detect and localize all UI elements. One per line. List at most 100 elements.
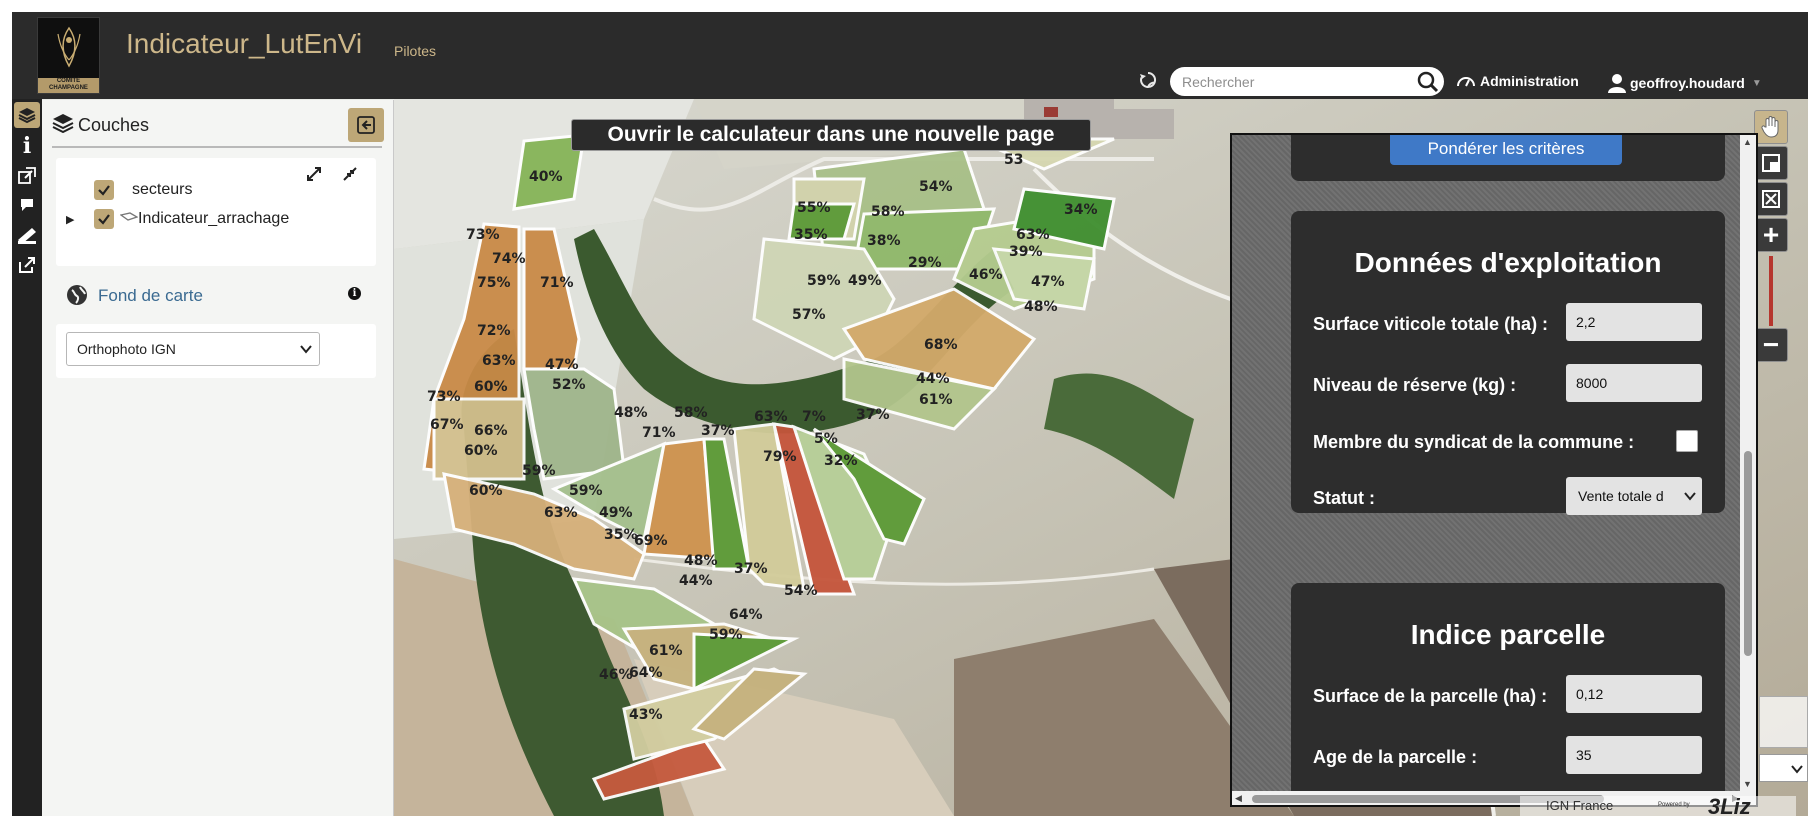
basemap-select[interactable]: Orthophoto IGN bbox=[66, 332, 320, 366]
zoom-extent-icon[interactable] bbox=[1754, 182, 1788, 216]
svg-text:29%: 29% bbox=[908, 255, 942, 271]
measure-tool-icon[interactable] bbox=[14, 222, 40, 248]
layers-title: Couches bbox=[78, 115, 150, 135]
zoom-slider[interactable] bbox=[1769, 256, 1773, 326]
zoom-out-icon[interactable]: − bbox=[1754, 328, 1788, 362]
weight-criteria-button[interactable]: Pondérer les critères bbox=[1390, 135, 1622, 165]
refresh-icon[interactable] bbox=[1138, 71, 1158, 91]
svg-text:32%: 32% bbox=[824, 453, 858, 469]
total-surface-input[interactable] bbox=[1566, 303, 1702, 341]
dashboard-icon bbox=[1457, 77, 1475, 87]
powered-by-label: Powered by bbox=[1658, 802, 1690, 808]
user-menu[interactable]: geoffroy.houdard ▼ bbox=[1608, 73, 1762, 93]
svg-text:63%: 63% bbox=[754, 409, 788, 425]
lizmap-logo[interactable]: 3Liz bbox=[1708, 794, 1751, 820]
reserve-level-input[interactable] bbox=[1566, 364, 1702, 402]
svg-text:66%: 66% bbox=[474, 423, 508, 439]
statut-select[interactable]: Vente totale d bbox=[1566, 477, 1702, 515]
svg-text:47%: 47% bbox=[545, 357, 579, 373]
share-tool-icon[interactable] bbox=[14, 252, 40, 278]
expand-all-icon[interactable] bbox=[306, 166, 322, 182]
svg-text:73%: 73% bbox=[466, 227, 500, 243]
svg-text:79%: 79% bbox=[763, 449, 797, 465]
layer-label[interactable]: Indicateur_arrachage bbox=[138, 210, 289, 228]
chevron-down-icon bbox=[300, 345, 312, 354]
layer-checkbox[interactable] bbox=[94, 209, 114, 229]
app-subtitle: Pilotes bbox=[394, 43, 437, 59]
svg-text:75%: 75% bbox=[477, 275, 511, 291]
zoom-in-icon[interactable]: + bbox=[1754, 218, 1788, 252]
collapse-panel-button[interactable] bbox=[348, 108, 384, 142]
layer-item-secteurs: secteurs bbox=[94, 178, 192, 202]
check-icon bbox=[98, 185, 110, 196]
svg-text:5%: 5% bbox=[814, 431, 838, 447]
svg-text:44%: 44% bbox=[679, 573, 713, 589]
info-icon[interactable]: i bbox=[348, 287, 361, 300]
scale-select[interactable] bbox=[1759, 754, 1808, 782]
svg-text:46%: 46% bbox=[969, 267, 1003, 283]
vertical-scrollbar[interactable]: ▲ ▼ bbox=[1740, 135, 1756, 791]
basemap-title: Fond de carte bbox=[98, 286, 203, 305]
svg-text:44%: 44% bbox=[916, 371, 950, 387]
svg-text:71%: 71% bbox=[642, 425, 676, 441]
svg-text:58%: 58% bbox=[871, 204, 905, 220]
expand-arrow-icon[interactable]: ▶ bbox=[66, 213, 94, 226]
scroll-down-icon[interactable]: ▼ bbox=[1743, 779, 1752, 789]
logo[interactable]: COMITÉ CHAMPAGNE bbox=[37, 17, 100, 94]
layer-tree: secteurs ▶ Indicateur_arrachage bbox=[56, 158, 376, 266]
svg-text:64%: 64% bbox=[629, 665, 663, 681]
svg-text:49%: 49% bbox=[848, 273, 882, 289]
parcel-age-input[interactable] bbox=[1566, 736, 1702, 774]
syndicat-member-checkbox[interactable] bbox=[1676, 430, 1698, 452]
svg-text:37%: 37% bbox=[734, 561, 768, 577]
weight-card: Pondérer les critères bbox=[1291, 135, 1725, 181]
syndicat-member-label: Membre du syndicat de la commune : bbox=[1313, 432, 1635, 452]
svg-text:73%: 73% bbox=[427, 389, 461, 405]
svg-text:49%: 49% bbox=[599, 505, 633, 521]
search-input[interactable] bbox=[1182, 72, 1407, 91]
selection-tool-icon[interactable] bbox=[14, 163, 40, 189]
basemap-box: Orthophoto IGN bbox=[56, 324, 376, 378]
scroll-left-icon[interactable]: ◀ bbox=[1235, 793, 1242, 804]
parcel-surface-input[interactable] bbox=[1566, 675, 1702, 713]
app-title[interactable]: Indicateur_LutEnVi bbox=[126, 28, 362, 60]
caret-down-icon: ▼ bbox=[1751, 77, 1762, 89]
vertical-scroll-thumb[interactable] bbox=[1744, 451, 1752, 656]
left-toolbar: i bbox=[12, 99, 42, 816]
layer-label[interactable]: secteurs bbox=[132, 181, 192, 199]
comment-tool-icon[interactable] bbox=[14, 192, 40, 218]
parcel-age-label: Age de la parcelle : bbox=[1313, 747, 1478, 767]
svg-text:63%: 63% bbox=[544, 505, 578, 521]
check-icon bbox=[98, 214, 110, 225]
chevron-down-icon bbox=[1684, 492, 1696, 501]
calculator-panel: Pondérer les critères Données d'exploita… bbox=[1230, 133, 1758, 807]
parcelle-card: Indice parcelle Surface de la parcelle (… bbox=[1291, 583, 1725, 805]
svg-text:59%: 59% bbox=[709, 627, 743, 643]
ign-attribution[interactable]: IGN France bbox=[1546, 798, 1613, 813]
scroll-up-icon[interactable]: ▲ bbox=[1743, 137, 1752, 147]
zoom-box-icon[interactable] bbox=[1754, 146, 1788, 180]
info-tool-icon[interactable]: i bbox=[14, 133, 40, 159]
layer-checkbox[interactable] bbox=[94, 180, 114, 200]
svg-text:35%: 35% bbox=[794, 227, 828, 243]
collapse-all-icon[interactable] bbox=[342, 166, 358, 182]
search-box bbox=[1170, 67, 1444, 96]
svg-text:59%: 59% bbox=[569, 483, 603, 499]
open-calculator-button[interactable]: Ouvrir le calculateur dans une nouvelle … bbox=[571, 119, 1091, 151]
layers-tool-icon[interactable] bbox=[14, 102, 40, 128]
chevron-down-icon bbox=[1791, 765, 1803, 774]
layer-item-indicateur-arrachage: ▶ Indicateur_arrachage bbox=[66, 207, 289, 231]
administration-label: Administration bbox=[1480, 73, 1579, 89]
pan-hand-icon[interactable] bbox=[1754, 110, 1788, 144]
svg-text:59%: 59% bbox=[522, 463, 556, 479]
svg-text:57%: 57% bbox=[792, 307, 826, 323]
svg-text:48%: 48% bbox=[684, 553, 718, 569]
search-icon[interactable] bbox=[1416, 70, 1440, 94]
overview-box bbox=[1759, 696, 1808, 748]
parcel-surface-label: Surface de la parcelle (ha) : bbox=[1313, 686, 1548, 706]
svg-text:52%: 52% bbox=[552, 377, 586, 393]
administration-link[interactable]: Administration bbox=[1456, 73, 1579, 89]
svg-text:48%: 48% bbox=[1024, 299, 1058, 315]
svg-text:53: 53 bbox=[1004, 152, 1023, 168]
parcelle-title: Indice parcelle bbox=[1410, 619, 1606, 650]
